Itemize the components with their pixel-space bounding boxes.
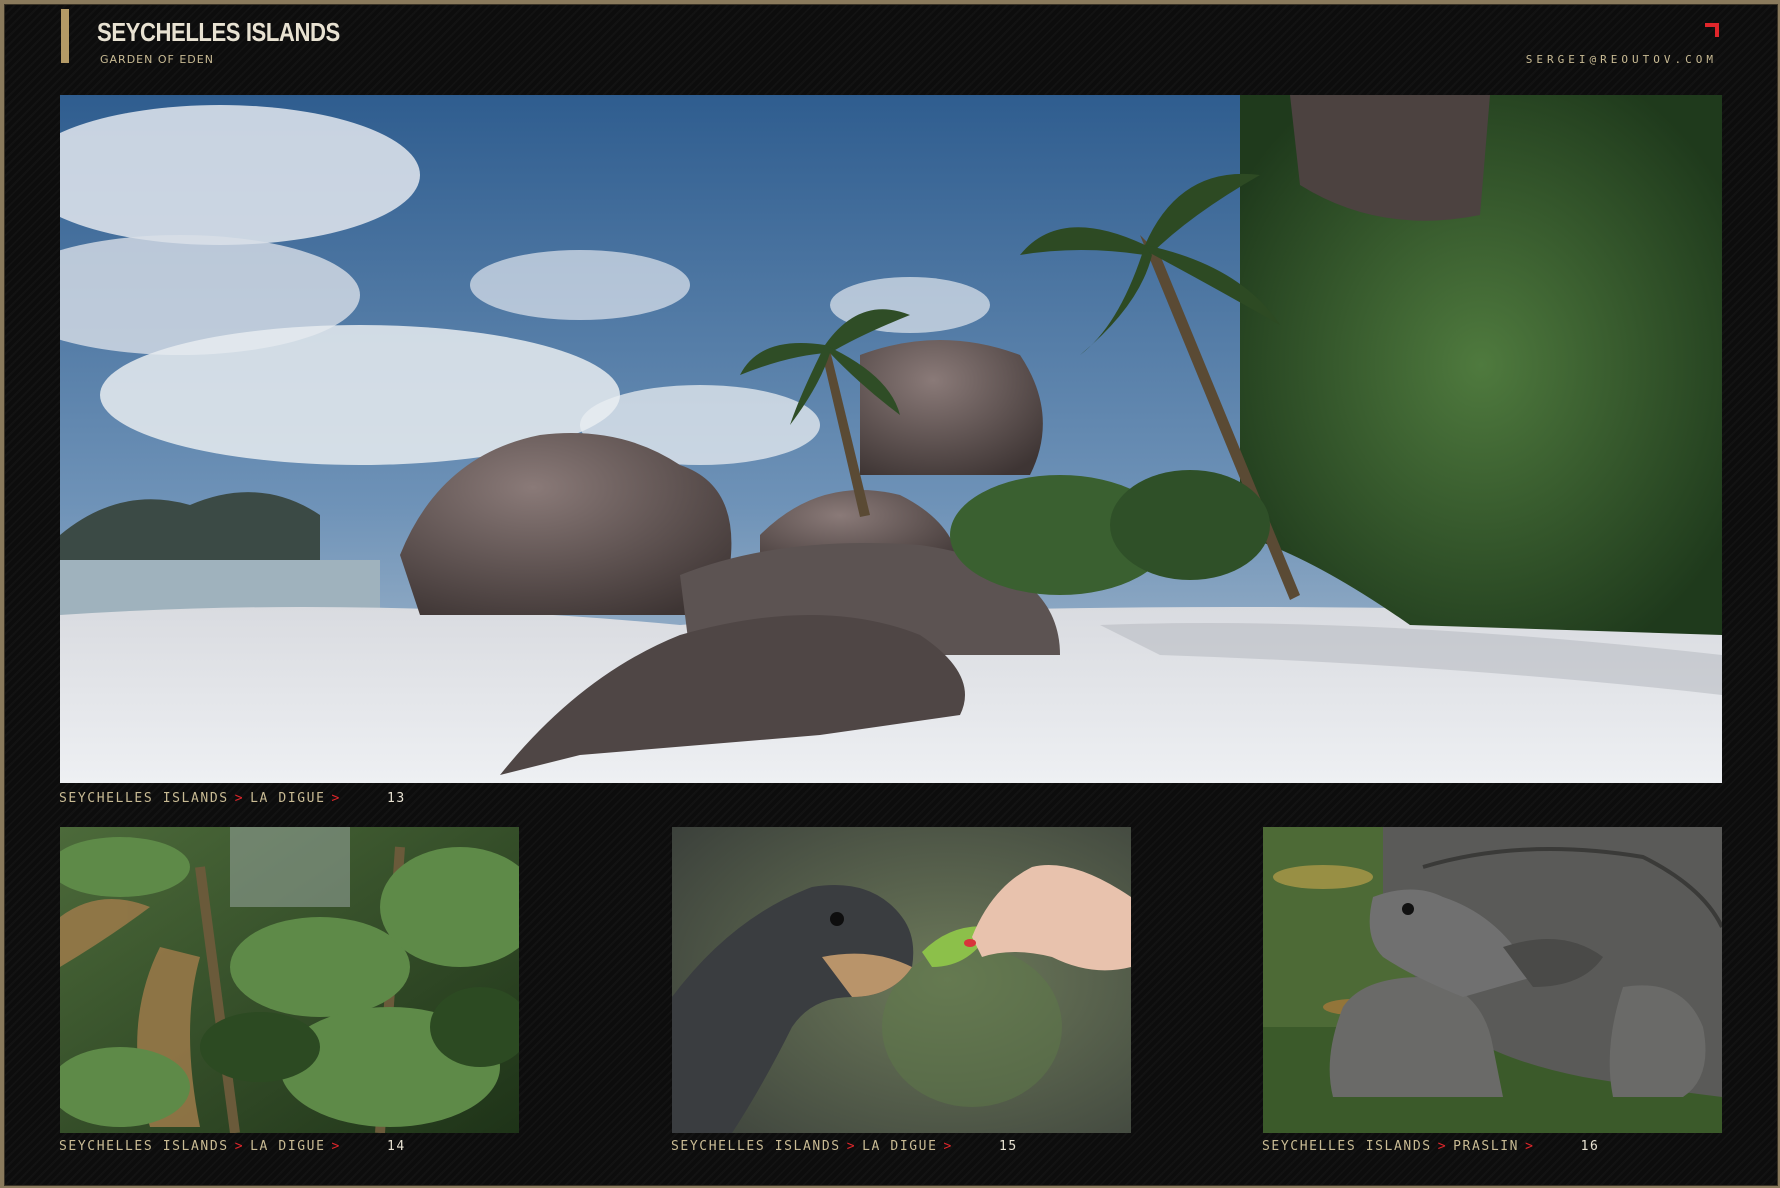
header-accent-bar — [61, 9, 69, 63]
beach-panorama-image — [60, 95, 1722, 783]
caption-separator-icon: > — [234, 791, 245, 806]
photo-caption-16: SEYCHELLES ISLANDS > PRASLIN >16 — [1262, 1139, 1600, 1154]
caption-separator-icon: > — [331, 1139, 341, 1154]
photo-palm-forest[interactable] — [60, 827, 519, 1133]
tortoise-feeding-image — [672, 827, 1131, 1133]
photo-number: 16 — [1580, 1139, 1600, 1154]
caption-separator-icon: > — [1525, 1139, 1535, 1154]
caption-separator-icon: > — [846, 1139, 857, 1154]
photo-caption-15: SEYCHELLES ISLANDS > LA DIGUE >15 — [671, 1139, 1018, 1154]
photo-number: 13 — [386, 791, 406, 806]
caption-separator-icon: > — [943, 1139, 953, 1154]
contact-email-link[interactable]: SERGEI@REOUTOV.COM — [1526, 53, 1717, 66]
page-frame: SEYCHELLES ISLANDS GARDEN OF EDEN SERGEI… — [4, 4, 1778, 1186]
caption-separator-icon: > — [1437, 1139, 1448, 1154]
caption-separator-icon: > — [234, 1139, 245, 1154]
photo-tortoise-feeding[interactable] — [672, 827, 1131, 1133]
corner-mark-icon — [1705, 23, 1719, 37]
palm-forest-image — [60, 827, 519, 1133]
photo-caption-13: SEYCHELLES ISLANDS > LA DIGUE >13 — [59, 791, 406, 806]
page-subtitle: GARDEN OF EDEN — [100, 53, 214, 66]
page-title: SEYCHELLES ISLANDS — [97, 17, 340, 47]
caption-separator-icon: > — [331, 791, 341, 806]
photo-number: 15 — [998, 1139, 1018, 1154]
photo-number: 14 — [386, 1139, 406, 1154]
photo-beach-panorama[interactable] — [60, 95, 1722, 783]
photo-giant-tortoise[interactable] — [1263, 827, 1722, 1133]
giant-tortoise-image — [1263, 827, 1722, 1133]
photo-caption-14: SEYCHELLES ISLANDS > LA DIGUE >14 — [59, 1139, 406, 1154]
